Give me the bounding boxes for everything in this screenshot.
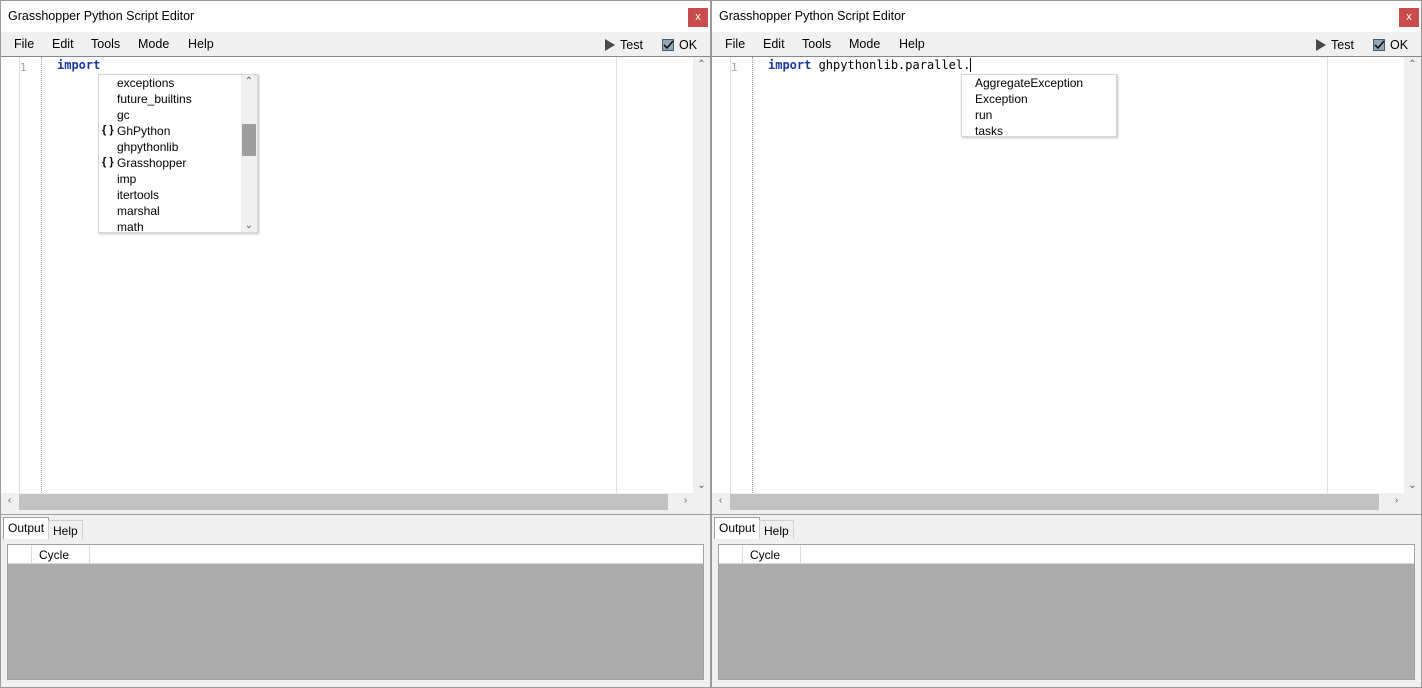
autocomplete-item[interactable]: exceptions xyxy=(99,75,243,91)
autocomplete-item[interactable]: gc xyxy=(99,107,243,123)
tab-output[interactable]: Output xyxy=(3,517,50,539)
test-label: Test xyxy=(1331,37,1354,52)
tab-help[interactable]: Help xyxy=(759,520,794,539)
autocomplete-item[interactable]: { } GhPython xyxy=(99,123,243,139)
menu-edit[interactable]: Edit xyxy=(763,37,785,51)
code-editor[interactable]: 1 import ghpythonlib.parallel. Aggregate… xyxy=(712,56,1421,511)
checkbox-check-icon xyxy=(1373,38,1385,51)
menu-mode[interactable]: Mode xyxy=(849,37,880,51)
output-panel: Output Help Cycle xyxy=(712,514,1421,687)
play-icon xyxy=(1316,38,1326,51)
close-button[interactable]: x xyxy=(688,8,708,27)
scroll-thumb[interactable] xyxy=(730,494,1379,510)
checkbox-check-icon xyxy=(662,38,674,51)
test-button[interactable]: Test xyxy=(1315,36,1354,53)
title-bar: Grasshopper Python Script Editor x xyxy=(712,1,1421,32)
output-panel: Output Help Cycle xyxy=(1,514,710,687)
editor-horizontal-scrollbar[interactable]: ‹ › xyxy=(1,493,710,511)
title-bar: Grasshopper Python Script Editor x xyxy=(1,1,710,32)
grid-header: Cycle xyxy=(719,545,1414,564)
menu-file[interactable]: File xyxy=(14,37,34,51)
line-number: 1 xyxy=(20,61,27,74)
chevron-down-icon[interactable]: ⌄ xyxy=(1404,480,1421,491)
autocomplete-item[interactable]: ghpythonlib xyxy=(99,139,243,155)
autocomplete-item[interactable]: tasks xyxy=(962,123,1116,139)
tab-help[interactable]: Help xyxy=(48,520,83,539)
menu-mode[interactable]: Mode xyxy=(138,37,169,51)
chevron-down-icon[interactable]: ⌄ xyxy=(693,480,710,491)
code-keyword: import xyxy=(768,58,812,72)
chevron-right-icon[interactable]: › xyxy=(677,495,694,506)
scroll-thumb[interactable] xyxy=(242,124,256,156)
menu-bar: File Edit Tools Mode Help Test OK xyxy=(1,32,710,56)
grid-header: Cycle xyxy=(8,545,703,564)
row-header xyxy=(719,545,743,564)
chevron-up-icon[interactable]: ⌃ xyxy=(1404,59,1421,70)
scroll-thumb[interactable] xyxy=(19,494,668,510)
autocomplete-popup[interactable]: AggregateException Exception run tasks xyxy=(961,74,1117,139)
text-caret xyxy=(970,58,972,72)
autocomplete-item[interactable]: future_builtins xyxy=(99,91,243,107)
menu-tools[interactable]: Tools xyxy=(91,37,120,51)
chevron-right-icon[interactable]: › xyxy=(1388,495,1405,506)
autocomplete-popup[interactable]: exceptions future_builtins gc { } GhPytho… xyxy=(98,74,258,235)
chevron-left-icon[interactable]: ‹ xyxy=(1,495,18,506)
close-button[interactable]: x xyxy=(1399,8,1419,27)
script-editor-window-right: Grasshopper Python Script Editor x File … xyxy=(711,0,1422,688)
autocomplete-item[interactable]: math xyxy=(99,219,243,235)
test-label: Test xyxy=(620,37,643,52)
editor-vertical-scrollbar[interactable]: ⌃ ⌄ xyxy=(693,57,710,493)
ok-label: OK xyxy=(679,37,698,52)
autocomplete-item[interactable]: Exception xyxy=(962,91,1116,107)
code-text: ghpythonlib.parallel. xyxy=(811,58,971,72)
autocomplete-item[interactable]: itertools xyxy=(99,187,243,203)
code-line[interactable]: import ghpythonlib.parallel. xyxy=(768,58,972,72)
window-title: Grasshopper Python Script Editor xyxy=(8,9,195,23)
menu-tools[interactable]: Tools xyxy=(802,37,831,51)
line-number: 1 xyxy=(731,61,738,74)
chevron-down-icon[interactable]: ⌄ xyxy=(241,220,257,231)
menu-help[interactable]: Help xyxy=(188,37,214,51)
editor-horizontal-scrollbar[interactable]: ‹ › xyxy=(712,493,1421,511)
menu-bar: File Edit Tools Mode Help Test OK xyxy=(712,32,1421,56)
autocomplete-item[interactable]: { } Grasshopper xyxy=(99,155,243,171)
chevron-up-icon[interactable]: ⌃ xyxy=(241,76,257,87)
output-grid: Cycle xyxy=(7,544,704,680)
autocomplete-item[interactable]: run xyxy=(962,107,1116,123)
menu-help[interactable]: Help xyxy=(899,37,925,51)
row-header xyxy=(8,545,32,564)
namespace-icon: { } xyxy=(102,156,114,168)
ok-label: OK xyxy=(1390,37,1409,52)
menu-file[interactable]: File xyxy=(725,37,745,51)
chevron-up-icon[interactable]: ⌃ xyxy=(693,59,710,70)
autocomplete-item[interactable]: marshal xyxy=(99,203,243,219)
menu-edit[interactable]: Edit xyxy=(52,37,74,51)
code-keyword: import xyxy=(57,58,101,72)
chevron-left-icon[interactable]: ‹ xyxy=(712,495,729,506)
code-line[interactable]: import xyxy=(57,58,100,72)
script-editor-window-left: Grasshopper Python Script Editor x File … xyxy=(0,0,711,688)
autocomplete-item[interactable]: imp xyxy=(99,171,243,187)
ok-button[interactable]: OK xyxy=(1373,36,1408,53)
play-icon xyxy=(605,38,615,51)
tab-output[interactable]: Output xyxy=(714,517,761,539)
ok-button[interactable]: OK xyxy=(662,36,697,53)
window-title: Grasshopper Python Script Editor xyxy=(719,9,906,23)
autocomplete-scrollbar[interactable]: ⌃ ⌄ xyxy=(241,75,257,232)
autocomplete-item[interactable]: AggregateException xyxy=(962,75,1116,91)
output-grid: Cycle xyxy=(718,544,1415,680)
namespace-icon: { } xyxy=(102,124,114,136)
code-editor[interactable]: 1 import exceptions future_builtins gc {… xyxy=(1,56,710,511)
column-header-cycle[interactable]: Cycle xyxy=(744,545,801,564)
column-header-cycle[interactable]: Cycle xyxy=(33,545,90,564)
test-button[interactable]: Test xyxy=(604,36,643,53)
editor-vertical-scrollbar[interactable]: ⌃ ⌄ xyxy=(1404,57,1421,493)
